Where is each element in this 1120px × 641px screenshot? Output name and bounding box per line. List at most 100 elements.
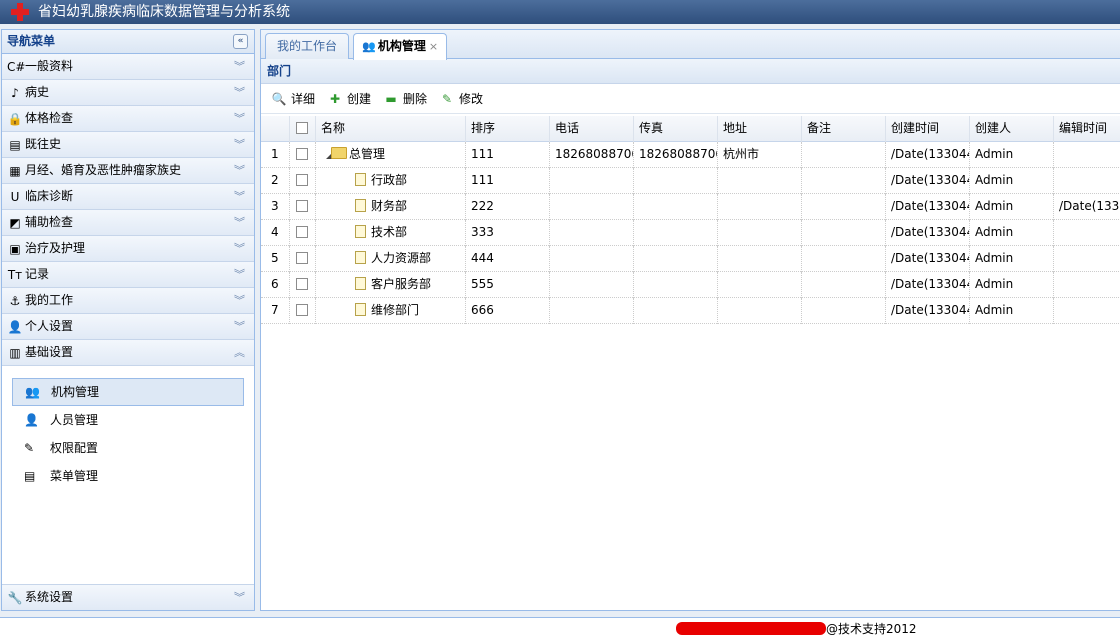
sidebar-header-label: 导航菜单 [7,34,56,48]
department-name: 行政部 [371,173,408,187]
department-name: 人力资源部 [371,251,432,265]
file-icon [355,224,366,238]
sidebar-item-2[interactable]: ♪ 病史 ︾ [2,80,254,106]
submenu-item-label: 权限配置 [50,441,99,455]
cell-fax [634,298,718,324]
chevron-down-icon: ︾ [234,320,245,333]
cell-edited [1054,246,1120,272]
sidebar-item-label: 辅助检查 [25,215,74,229]
submenu-item-label: 人员管理 [50,413,99,427]
detail-button[interactable]: 🔍 详细 [271,90,316,108]
sidebar-item-12[interactable]: ▥ 基础设置 ︽ [2,340,254,366]
sidebar-item-label: 既往史 [25,137,62,151]
row-number: 4 [261,220,290,246]
cell-fax [634,246,718,272]
sidebar-item-label: 基础设置 [25,345,74,359]
edit-button[interactable]: ✎ 修改 [439,90,483,108]
column-header-name[interactable]: 名称 [316,116,466,142]
department-name: 总管理 [349,147,386,161]
table-row[interactable]: 6 客户服务部 555/Date(133044 Admin [261,272,1120,298]
sidebar-item-10[interactable]: ⚓ 我的工作 ︾ [2,288,254,314]
column-header-creator[interactable]: 创建人 [970,116,1054,142]
cell-created: /Date(133044 [886,142,970,168]
music-note-icon: ♪ [11,86,19,100]
chevron-down-icon: ︾ [234,294,245,307]
sidebar-item-4[interactable]: ▤ 既往史 ︾ [2,132,254,158]
cell-edited [1054,272,1120,298]
row-checkbox[interactable] [290,168,316,194]
row-checkbox[interactable] [290,272,316,298]
table-row[interactable]: 7 维修部门 666/Date(133044 Admin [261,298,1120,324]
column-header-created[interactable]: 创建时间 [886,116,970,142]
column-header-fax[interactable]: 传真 [634,116,718,142]
cell-note [802,142,886,168]
table-row[interactable]: 2 行政部 111/Date(133044 Admin [261,168,1120,194]
close-icon[interactable]: × [429,40,438,53]
copyright-text: @技术支持2012 [826,622,917,636]
submenu-item-4[interactable]: ▤ 菜单管理 [12,462,244,490]
row-checkbox[interactable] [290,194,316,220]
tree-expanded-icon[interactable]: ◢ [321,143,332,168]
person-icon: 👤 [24,413,39,427]
create-button[interactable]: ✚ 创建 [327,90,371,108]
delete-label: 删除 [403,92,428,106]
cell-name: 维修部门 [316,298,466,324]
row-checkbox[interactable] [290,142,316,168]
department-name: 财务部 [371,199,408,213]
title-bar: 省妇幼乳腺疾病临床数据管理与分析系统 [0,0,1120,24]
row-number: 6 [261,272,290,298]
magnifier-icon: 🔍 [271,92,287,106]
table-row[interactable]: 3 财务部 222/Date(133044 Admin/Date(133 [261,194,1120,220]
chevron-down-icon: ︾ [234,164,245,177]
sidebar-item-system-settings[interactable]: 🔧 系统设置 ︾ [2,584,254,610]
submenu-item-1[interactable]: 👥 机构管理 [12,378,244,406]
sidebar-item-1[interactable]: C# 一般资料 ︾ [2,54,254,80]
sidebar-item-8[interactable]: ▣ 治疗及护理 ︾ [2,236,254,262]
column-header-note[interactable]: 备注 [802,116,886,142]
sidebar-item-5[interactable]: ▦ 月经、婚育及恶性肿瘤家族史 ︾ [2,158,254,184]
anchor-icon: ⚓ [9,294,21,308]
sidebar-item-label: 系统设置 [25,590,74,604]
navigation-sidebar: 导航菜单 « C# 一般资料 ︾ ♪ 病史 ︾ 🔒 体格检查 ︾ ▤ 既往史 ︾ ▦ 月经、婚育及恶性肿瘤… [1,29,255,611]
row-checkbox[interactable] [290,220,316,246]
row-number: 7 [261,298,290,324]
tab-org-management[interactable]: 👥 机构管理 × [353,33,447,60]
cell-creator: Admin [970,168,1054,194]
tab-my-workbench[interactable]: 我的工作台 [265,33,349,59]
table-row[interactable]: 4 技术部 333/Date(133044 Admin [261,220,1120,246]
group-icon: 👥 [362,40,376,53]
user-icon: 👤 [7,320,23,334]
sidebar-item-11[interactable]: 👤 个人设置 ︾ [2,314,254,340]
row-checkbox[interactable] [290,298,316,324]
sidebar-item-9[interactable]: Tт 记录 ︾ [2,262,254,288]
submenu-item-2[interactable]: 👤 人员管理 [12,406,244,434]
submenu-item-3[interactable]: ✎ 权限配置 [12,434,244,462]
cell-edited [1054,298,1120,324]
sidebar-item-6[interactable]: U 临床诊断 ︾ [2,184,254,210]
cell-address [718,298,802,324]
collapse-sidebar-icon[interactable]: « [233,34,248,49]
text-icon: Tт [7,268,23,282]
cell-created: /Date(133044 [886,298,970,324]
column-header-phone[interactable]: 电话 [550,116,634,142]
table-row[interactable]: 5 人力资源部 444/Date(133044 Admin [261,246,1120,272]
cell-creator: Admin [970,298,1054,324]
column-header-order[interactable]: 排序 [466,116,550,142]
sidebar-item-7[interactable]: ◩ 辅助检查 ︾ [2,210,254,236]
cell-phone [550,298,634,324]
column-header-address[interactable]: 地址 [718,116,802,142]
cube-icon: ◩ [9,216,21,230]
chevron-down-icon: ︾ [234,112,245,125]
delete-button[interactable]: ▬ 删除 [383,90,427,108]
table-row[interactable]: 1 ◢ 总管理 111 18268088706 18268088706 杭州市/Date(1… [261,142,1120,168]
file-icon [355,276,366,290]
file-icon [355,302,366,316]
sidebar-header: 导航菜单 « [2,30,254,54]
select-all-checkbox[interactable] [290,116,316,142]
row-checkbox[interactable] [290,246,316,272]
row-number-header [261,116,290,142]
magnet-icon: U [10,190,20,204]
sidebar-item-3[interactable]: 🔒 体格检查 ︾ [2,106,254,132]
sidebar-item-label: 治疗及护理 [25,241,86,255]
column-header-edited[interactable]: 编辑时间 [1054,116,1120,142]
